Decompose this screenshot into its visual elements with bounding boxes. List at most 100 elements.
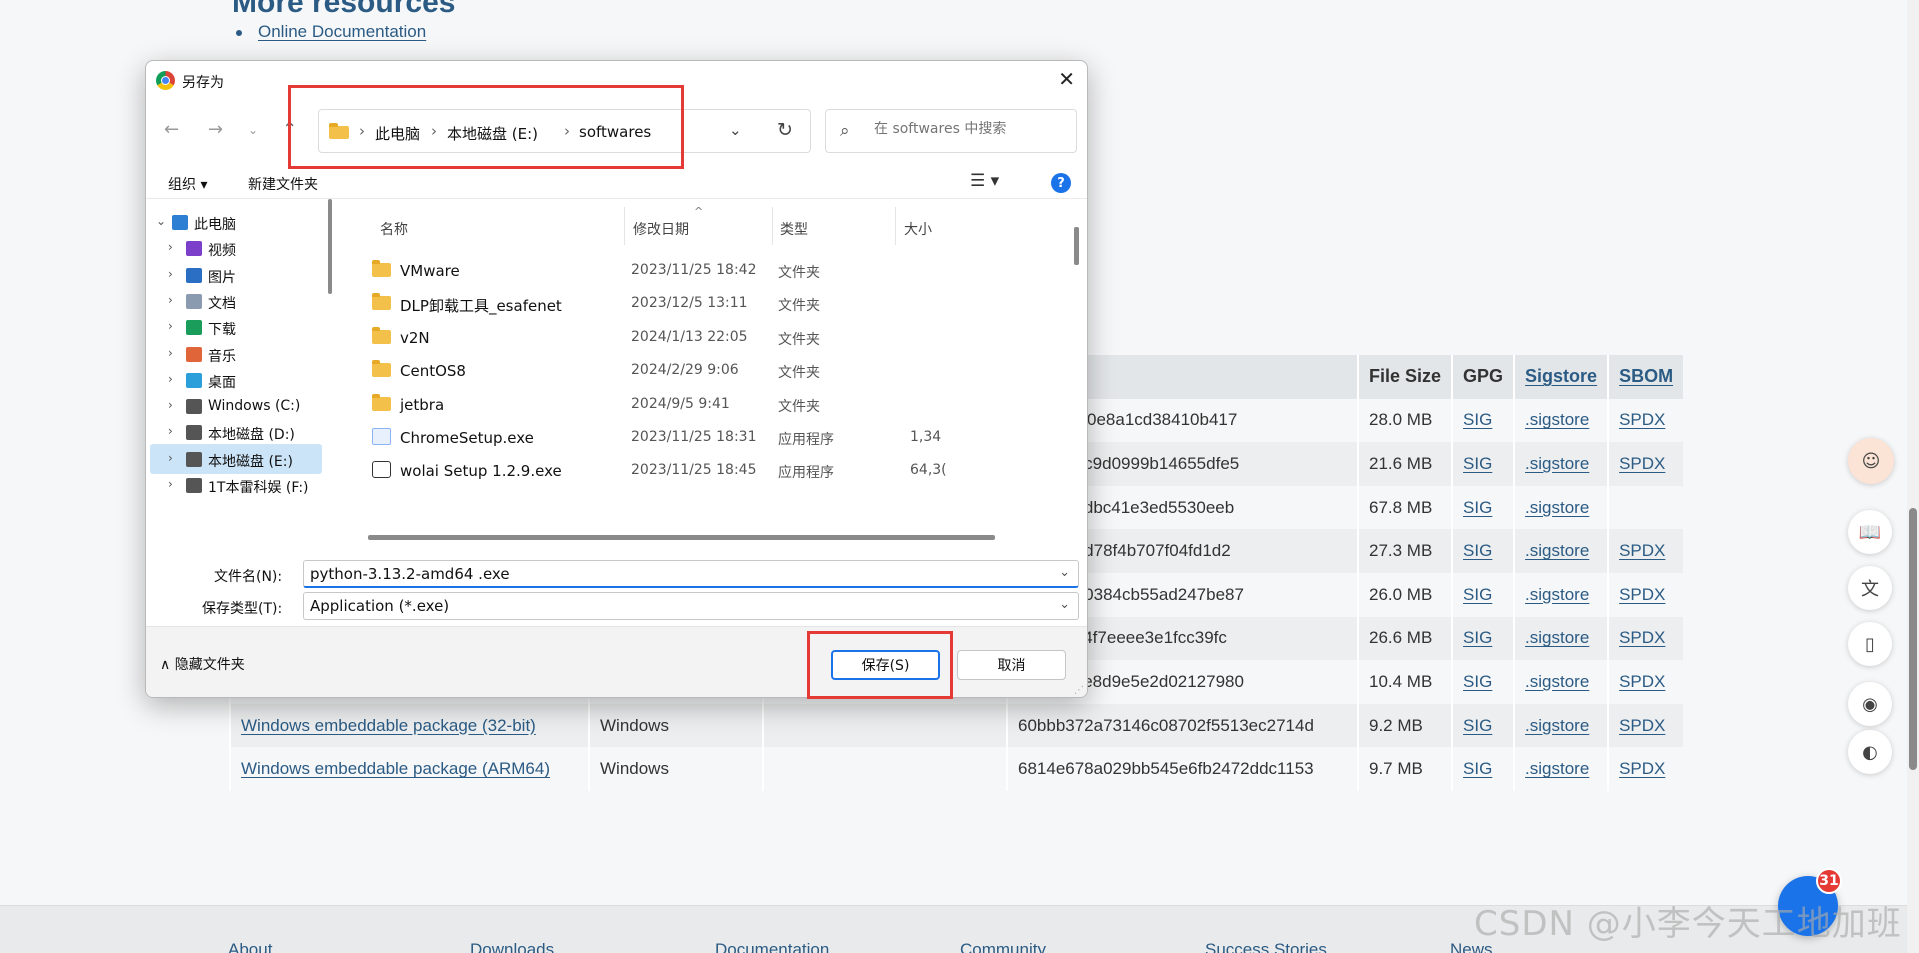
avatar-icon[interactable]: ☺ (1848, 438, 1894, 484)
sbom-value[interactable]: SPDX (1619, 410, 1665, 429)
header-sigstore[interactable]: Sigstore (1513, 355, 1609, 399)
nav-item[interactable]: › 本地磁盘 (D:) (150, 417, 322, 447)
chevron-right-icon[interactable]: › (168, 267, 173, 281)
page-scrollbar-thumb[interactable] (1909, 508, 1917, 770)
chevron-right-icon[interactable]: › (168, 240, 173, 254)
sigstore-value[interactable]: .sigstore (1525, 498, 1589, 517)
chevron-right-icon[interactable]: › (168, 372, 173, 386)
cell-sbom[interactable]: SPDX (1607, 747, 1684, 791)
cell-sigstore[interactable]: .sigstore (1513, 398, 1609, 443)
version-value[interactable]: Windows embeddable package (32-bit) (241, 716, 536, 735)
hide-folders-toggle[interactable]: ∧ 隐藏文件夹 (160, 654, 245, 674)
chevron-down-icon[interactable]: ⌄ (156, 214, 166, 228)
cell-gpg[interactable]: SIG (1451, 485, 1515, 530)
chevron-right-icon[interactable]: › (168, 319, 173, 333)
help-icon[interactable]: ? (1051, 173, 1071, 193)
cell-version[interactable]: Windows embeddable package (ARM64) (229, 747, 589, 791)
chevron-down-icon[interactable]: ⌄ (1059, 597, 1070, 612)
search-input[interactable] (874, 121, 1064, 137)
nav-item[interactable]: › 1T本雷科娱 (F:) (150, 470, 322, 500)
sigstore-value[interactable]: .sigstore (1525, 454, 1589, 473)
sbom-value[interactable]: SPDX (1619, 454, 1665, 473)
cell-gpg[interactable]: SIG (1451, 616, 1515, 661)
chevron-right-icon[interactable]: › (168, 477, 173, 491)
cancel-button[interactable]: 取消 (957, 650, 1066, 680)
cell-sbom[interactable] (1607, 485, 1684, 530)
refresh-icon[interactable]: ↻ (777, 119, 793, 141)
sbom-header-link[interactable]: SBOM (1619, 366, 1673, 386)
sbom-value[interactable]: SPDX (1619, 541, 1665, 560)
chevron-right-icon[interactable]: › (168, 293, 173, 307)
gpg-value[interactable]: SIG (1463, 759, 1492, 778)
file-row[interactable]: wolai Setup 1.2.9.exe 2023/11/25 18:45 应用程… (344, 453, 1079, 486)
translate-icon[interactable]: 文 (1848, 566, 1892, 610)
cell-sigstore[interactable]: .sigstore (1513, 703, 1609, 748)
sbom-value[interactable]: SPDX (1619, 672, 1665, 691)
file-list-vscroll[interactable] (1074, 227, 1079, 265)
file-row[interactable]: jetbra 2024/9/5 9:41 文件夹 (344, 387, 1079, 420)
gpg-value[interactable]: SIG (1463, 716, 1492, 735)
file-row[interactable]: DLP卸载工具_esafenet 2023/12/5 13:11 文件夹 (344, 286, 1079, 319)
chevron-down-icon[interactable]: ⌄ (729, 121, 742, 139)
file-row[interactable]: VMware 2023/11/25 18:42 文件夹 (344, 253, 1079, 286)
cell-gpg[interactable]: SIG (1451, 660, 1515, 704)
cell-version[interactable]: Windows embeddable package (32-bit) (229, 703, 589, 748)
sbom-value[interactable]: SPDX (1619, 585, 1665, 604)
sbom-value[interactable]: SPDX (1619, 716, 1665, 735)
cell-sigstore[interactable]: .sigstore (1513, 616, 1609, 661)
close-icon[interactable]: ✕ (1058, 67, 1075, 91)
file-row[interactable]: CentOS8 2024/2/29 9:06 文件夹 (344, 353, 1079, 386)
gpg-value[interactable]: SIG (1463, 410, 1492, 429)
search-box[interactable]: ⌕ (825, 109, 1077, 153)
footer-link-community[interactable]: Community (960, 940, 1046, 953)
sigstore-value[interactable]: .sigstore (1525, 541, 1589, 560)
gpg-value[interactable]: SIG (1463, 454, 1492, 473)
cell-sigstore[interactable]: .sigstore (1513, 529, 1609, 573)
assistant-icon[interactable]: ◐ (1848, 730, 1892, 774)
cell-gpg[interactable]: SIG (1451, 529, 1515, 573)
file-row[interactable]: ChromeSetup.exe 2023/11/25 18:31 应用程序 1,34 (344, 420, 1079, 453)
cell-sbom[interactable]: SPDX (1607, 529, 1684, 573)
filetype-value[interactable]: Application (*.exe) (310, 597, 449, 615)
gpg-value[interactable]: SIG (1463, 541, 1492, 560)
cell-gpg[interactable]: SIG (1451, 747, 1515, 791)
gpg-value[interactable]: SIG (1463, 585, 1492, 604)
cell-sbom[interactable]: SPDX (1607, 398, 1684, 443)
chevron-right-icon[interactable]: › (168, 398, 173, 412)
column-divider[interactable] (624, 207, 625, 245)
sigstore-value[interactable]: .sigstore (1525, 628, 1589, 647)
cell-sigstore[interactable]: .sigstore (1513, 485, 1609, 530)
filename-value[interactable]: python-3.13.2-amd64 .exe (310, 565, 510, 583)
chevron-right-icon[interactable]: › (168, 346, 173, 360)
cell-gpg[interactable]: SIG (1451, 572, 1515, 617)
version-value[interactable]: Windows embeddable package (ARM64) (241, 759, 550, 778)
recent-dropdown-icon[interactable]: ⌄ (248, 123, 258, 137)
gpg-value[interactable]: SIG (1463, 498, 1492, 517)
cell-sigstore[interactable]: .sigstore (1513, 660, 1609, 704)
sbom-value[interactable]: SPDX (1619, 628, 1665, 647)
chevron-right-icon[interactable]: › (168, 424, 173, 438)
hide-folders-label[interactable]: 隐藏文件夹 (175, 657, 245, 673)
gpg-value[interactable]: SIG (1463, 672, 1492, 691)
sigstore-header-link[interactable]: Sigstore (1525, 366, 1597, 386)
footer-link-downloads[interactable]: Downloads (470, 940, 554, 953)
column-divider[interactable] (772, 207, 773, 245)
footer-link-about[interactable]: About (228, 940, 272, 953)
column-type[interactable]: 类型 (780, 219, 808, 239)
sigstore-value[interactable]: .sigstore (1525, 410, 1589, 429)
file-row[interactable]: v2N 2024/1/13 22:05 文件夹 (344, 320, 1079, 353)
sbom-value[interactable]: SPDX (1619, 759, 1665, 778)
cell-sbom[interactable]: SPDX (1607, 703, 1684, 748)
filename-field[interactable]: python-3.13.2-amd64 .exe ⌄ (303, 560, 1079, 588)
cell-sbom[interactable]: SPDX (1607, 616, 1684, 661)
cell-sigstore[interactable]: .sigstore (1513, 747, 1609, 791)
footer-link-documentation[interactable]: Documentation (715, 940, 829, 953)
organize-menu[interactable]: 组织 ▾ (168, 174, 207, 194)
book-icon[interactable]: ▯ (1848, 622, 1892, 666)
header-sbom[interactable]: SBOM (1607, 355, 1684, 399)
online-documentation-link[interactable]: Online Documentation (258, 22, 426, 42)
cell-gpg[interactable]: SIG (1451, 398, 1515, 443)
column-name[interactable]: 名称 (380, 219, 408, 239)
forward-arrow-icon[interactable]: → (208, 119, 223, 140)
column-size[interactable]: 大小 (904, 219, 932, 239)
